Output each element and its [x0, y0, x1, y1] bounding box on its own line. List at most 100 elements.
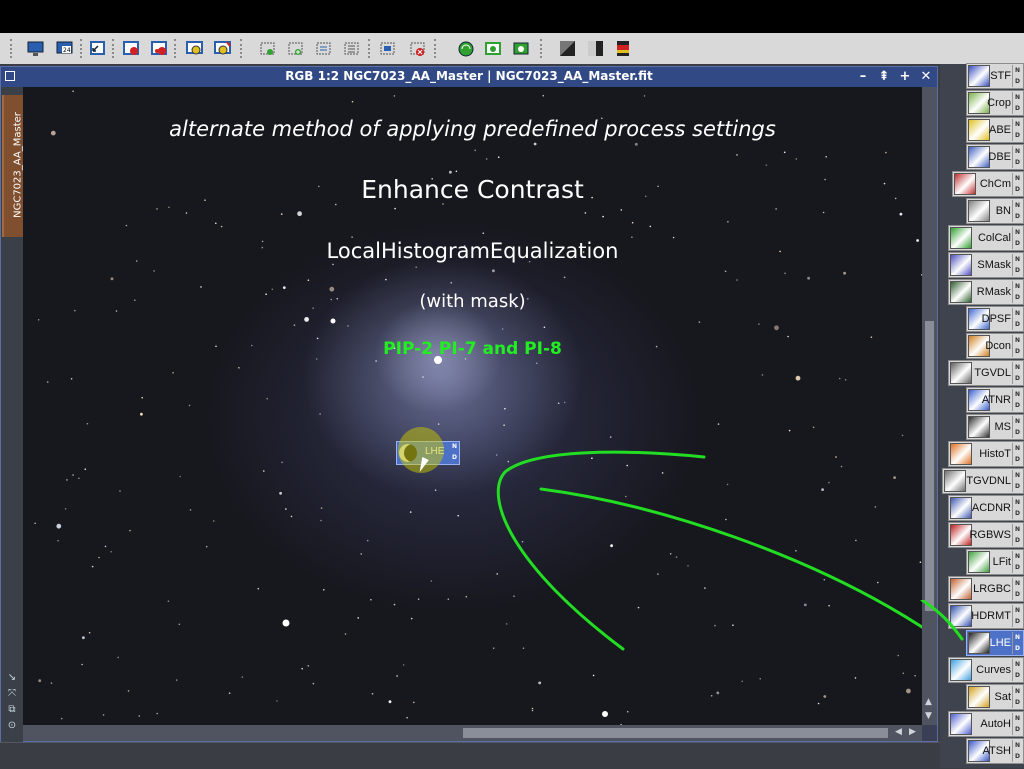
flag-n: N [1014, 418, 1021, 425]
add-preview-button[interactable] [286, 39, 305, 58]
dock-window-button[interactable] [88, 39, 107, 58]
process-icon-acdnr[interactable]: ACDNR N D [948, 495, 1024, 521]
process-icon-nd-flags: ND [1012, 551, 1022, 573]
scroll-right-arrow[interactable]: ▶ [909, 727, 916, 737]
process-icon-stf[interactable]: STF N D [966, 63, 1024, 89]
flag-n: N [1014, 202, 1021, 209]
horizontal-scrollbar[interactable]: ◀ ▶ [23, 725, 922, 741]
main-toolbar: 24 [0, 33, 1024, 65]
process-icon-tgvdnl[interactable]: TGVDNL N D [942, 468, 1024, 494]
process-icon-nd-flags: ND [1012, 578, 1022, 600]
process-icon-abe[interactable]: ABE N D [966, 117, 1024, 143]
toolbar-separator [368, 39, 373, 58]
process-icon-label: ATSH [982, 745, 1011, 757]
new-24bit-window-button[interactable]: 24 [55, 39, 74, 58]
scroll-down-arrow[interactable]: ▼ [925, 711, 932, 721]
process-icon-sat[interactable]: Sat N D [966, 684, 1024, 710]
flag-d: D [1015, 537, 1020, 544]
flag-d: D [1015, 186, 1020, 193]
process-icon-nd-flags: ND [1012, 308, 1022, 330]
process-icon-nd-flags: ND [1012, 254, 1022, 276]
process-icon-autoh[interactable]: AutoH N D [948, 711, 1024, 737]
process-icon-lfit[interactable]: LFit N D [966, 549, 1024, 575]
maximize-button[interactable]: + [897, 68, 913, 86]
process-icon-rgbws[interactable]: RGBWS N D [948, 522, 1024, 548]
image-id-label: NGC7023_AA_Master [12, 112, 24, 218]
flag-d: D [1015, 240, 1020, 247]
annotation-curve [496, 450, 706, 651]
stf-reset-button[interactable] [614, 39, 633, 58]
new-image-window-button[interactable] [26, 39, 45, 58]
drag-icon-n: N [451, 443, 457, 450]
stf-toggle-button[interactable] [558, 39, 577, 58]
window-titlebar[interactable]: RGB 1:2 NGC7023_AA_Master | NGC7023_AA_M… [1, 67, 937, 87]
process-icon-label: AutoH [980, 718, 1011, 730]
preview-list-button[interactable] [314, 39, 333, 58]
top-black-bar [0, 0, 1024, 33]
process-icon-dpsf[interactable]: DPSF N D [966, 306, 1024, 332]
process-icon-colcal[interactable]: ColCal N D [948, 225, 1024, 251]
window-title: RGB 1:2 NGC7023_AA_Master | NGC7023_AA_M… [285, 69, 653, 83]
flag-n: N [1014, 229, 1021, 236]
process-icon-label: Dcon [985, 340, 1011, 352]
process-icon-bn[interactable]: BN N D [966, 198, 1024, 224]
toolbar-separator [10, 39, 15, 58]
process-icon-label: DBE [988, 151, 1011, 163]
vertical-scroll-thumb[interactable] [925, 321, 934, 611]
process-icon-lrgbc[interactable]: LRGBC N D [948, 576, 1024, 602]
flag-n: N [1014, 526, 1021, 533]
annotation-arrows [496, 450, 922, 651]
delete-previews-button[interactable] [408, 39, 427, 58]
tgvdl-icon [950, 362, 972, 384]
process-icon-nd-flags: ND [1012, 389, 1022, 411]
process-icon-dbe[interactable]: DBE N D [966, 144, 1024, 170]
copy-icon[interactable]: ⧉ [6, 705, 18, 715]
preview-process-button[interactable] [213, 39, 232, 58]
zoom-in-icon[interactable]: ↘ [6, 673, 18, 683]
process-icon-dcon[interactable]: Dcon N D [966, 333, 1024, 359]
process-icon-label: STF [990, 70, 1011, 82]
process-icon-rmask[interactable]: RMask N D [948, 279, 1024, 305]
preview-select-button[interactable] [342, 39, 361, 58]
process-icon-crop[interactable]: Crop N D [966, 90, 1024, 116]
stf-track-button[interactable] [586, 39, 605, 58]
preview-options-button[interactable] [378, 39, 397, 58]
stf-icon [968, 65, 990, 87]
horizontal-scroll-thumb[interactable] [463, 728, 888, 738]
preview-button[interactable] [185, 39, 204, 58]
pin-icon[interactable]: ⊙ [6, 721, 18, 731]
autoh-icon [950, 713, 972, 735]
process-icon-ms[interactable]: MS N D [966, 414, 1024, 440]
close-button[interactable]: ✕ [918, 68, 934, 86]
image-id-tab[interactable]: NGC7023_AA_Master [2, 95, 24, 237]
process-icon-smask[interactable]: SMask N D [948, 252, 1024, 278]
process-icon-label: SMask [977, 259, 1011, 271]
scroll-left-arrow[interactable]: ◀ [895, 727, 902, 737]
image-view[interactable]: alternate method of applying predefined … [23, 87, 922, 725]
mask-invert-button[interactable] [512, 39, 531, 58]
dbe-icon [968, 146, 990, 168]
process-icon-label: ABE [988, 124, 1011, 136]
mask-show-button[interactable] [484, 39, 503, 58]
zoom-to-fit-icon[interactable]: ⤧ [6, 689, 18, 699]
annotation-line-tail [920, 600, 964, 641]
scroll-up-arrow[interactable]: ▲ [925, 697, 932, 707]
process-icon-chcm[interactable]: ChCm N D [952, 171, 1024, 197]
close-window-button[interactable] [122, 39, 141, 58]
chcm-icon [954, 173, 976, 195]
process-icon-histot[interactable]: HistoT N D [948, 441, 1024, 467]
shade-button[interactable]: ⇞ [876, 68, 892, 86]
close-all-windows-button[interactable] [150, 39, 169, 58]
flag-n: N [1014, 310, 1021, 317]
process-icon-atnr[interactable]: ATNR N D [966, 387, 1024, 413]
mask-enable-button[interactable] [456, 39, 475, 58]
minimize-button[interactable]: – [855, 68, 871, 86]
flag-d: D [1015, 510, 1020, 517]
flag-n: N [1014, 67, 1021, 74]
process-icon-atsh[interactable]: ATSH N D [966, 738, 1024, 764]
process-icon-nd-flags: ND [1012, 92, 1022, 114]
process-icon-tgvdl[interactable]: TGVDL N D [948, 360, 1024, 386]
new-preview-button[interactable] [258, 39, 277, 58]
tgvdnl-icon [944, 470, 966, 492]
toolbar-separator [240, 39, 245, 58]
